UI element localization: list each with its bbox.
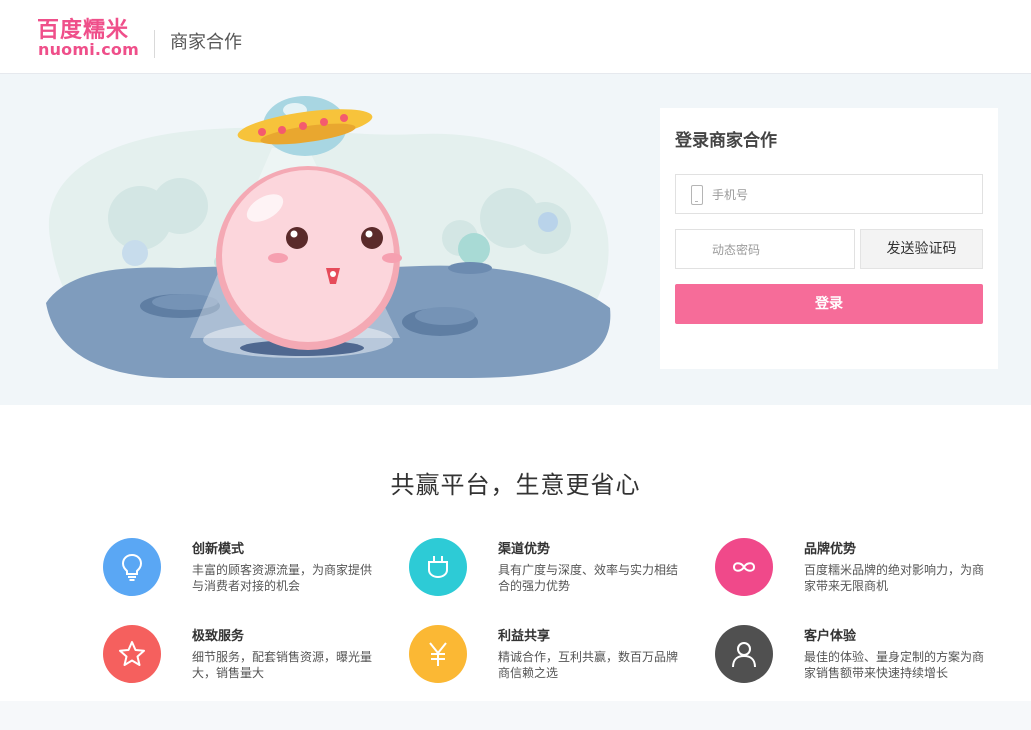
- feature-desc: 最佳的体验、量身定制的方案为商家销售额带来快速持续增长: [804, 650, 985, 680]
- infinity-icon: [715, 538, 773, 596]
- hero-banner: 登录商家合作 发送验证码 登录: [0, 74, 1031, 405]
- feature-desc: 丰富的顾客资源流量，为商家提供与消费者对接的机会: [192, 563, 373, 593]
- feature-innovative-model: 创新模式 丰富的顾客资源流量，为商家提供与消费者对接的机会: [103, 538, 393, 602]
- login-panel: 登录商家合作 发送验证码 登录: [660, 108, 998, 369]
- feature-name: 客户体验: [804, 629, 857, 644]
- send-code-button[interactable]: 发送验证码: [860, 229, 983, 269]
- phone-field[interactable]: [675, 174, 983, 214]
- login-button[interactable]: 登录: [675, 284, 983, 324]
- yen-icon: [409, 625, 467, 683]
- header-subtitle: 商家合作: [170, 32, 242, 53]
- nuomi-logo[interactable]: 百度糯米 nuomi.com: [37, 19, 139, 61]
- feature-brand-advantage: 品牌优势 百度糯米品牌的绝对影响力，为商家带来无限商机: [715, 538, 1005, 602]
- logo-english-text: nuomi.com: [38, 40, 139, 59]
- feature-desc: 具有广度与深度、效率与实力相结合的强力优势: [498, 563, 679, 593]
- star-icon: [103, 625, 161, 683]
- phone-input[interactable]: [712, 186, 972, 204]
- features-heading: 共赢平台，生意更省心: [390, 471, 641, 499]
- feature-desc: 精诚合作，互利共赢，数百万品牌商信赖之选: [498, 650, 679, 680]
- feature-customer-experience: 客户体验 最佳的体验、量身定制的方案为商家销售额带来快速持续增长: [715, 625, 1005, 689]
- footer-strip: [0, 701, 1031, 730]
- feature-desc: 百度糯米品牌的绝对影响力，为商家带来无限商机: [804, 563, 985, 593]
- page-header: 百度糯米 nuomi.com 商家合作: [0, 0, 1031, 74]
- feature-name: 品牌优势: [804, 542, 857, 557]
- feature-name: 利益共享: [498, 629, 551, 644]
- ufo-mascot-illustration: [46, 96, 611, 378]
- mobile-phone-icon: [691, 185, 703, 205]
- feature-ultimate-service: 极致服务 细节服务，配套销售资源，曝光量大，销售量大: [103, 625, 393, 689]
- feature-name: 创新模式: [192, 542, 245, 557]
- feature-name: 极致服务: [192, 629, 245, 644]
- code-field[interactable]: [675, 229, 972, 269]
- plug-icon: [409, 538, 467, 596]
- lightbulb-icon: [103, 538, 161, 596]
- header-divider: [154, 30, 155, 58]
- feature-desc: 细节服务，配套销售资源，曝光量大，销售量大: [192, 650, 373, 680]
- user-icon: [715, 625, 773, 683]
- feature-name: 渠道优势: [498, 542, 551, 557]
- login-title: 登录商家合作: [675, 131, 777, 151]
- feature-channel-advantage: 渠道优势 具有广度与深度、效率与实力相结合的强力优势: [409, 538, 699, 602]
- feature-benefit-sharing: 利益共享 精诚合作，互利共赢，数百万品牌商信赖之选: [409, 625, 699, 689]
